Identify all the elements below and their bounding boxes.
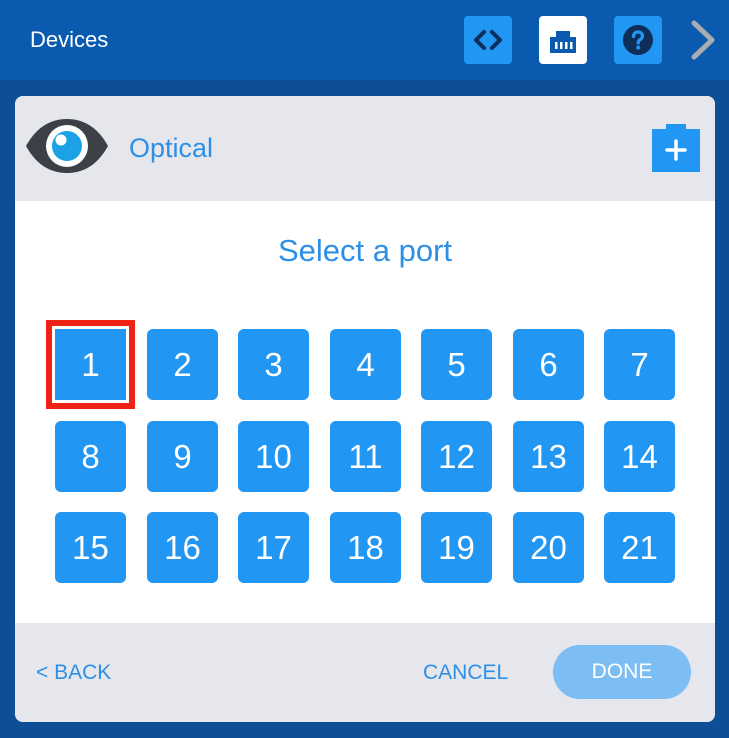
code-brackets-icon xyxy=(474,30,502,50)
port-button-6[interactable]: 6 xyxy=(513,329,584,400)
port-button-18[interactable]: 18 xyxy=(330,512,401,583)
top-bar: Devices xyxy=(0,0,729,80)
port-selection-panel: Optical Select a port 1 2 3 4 5 6 7 8 9 10 11 12 13 1… xyxy=(15,96,715,722)
select-port-prompt: Select a port xyxy=(277,233,453,268)
chevron-right-icon xyxy=(691,20,715,60)
port-button-5[interactable]: 5 xyxy=(421,329,492,400)
port-button-21[interactable]: 21 xyxy=(604,512,675,583)
device-name: Optical xyxy=(129,133,214,163)
port-button-17[interactable]: 17 xyxy=(238,512,309,583)
done-button: DONE xyxy=(553,645,691,699)
port-button-19[interactable]: 19 xyxy=(421,512,492,583)
port-button-9[interactable]: 9 xyxy=(147,421,218,492)
port-button-1[interactable]: 1 xyxy=(46,320,135,409)
port-button-16[interactable]: 16 xyxy=(147,512,218,583)
port-button-11[interactable]: 11 xyxy=(330,421,401,492)
port-button-8[interactable]: 8 xyxy=(55,421,126,492)
port-button-12[interactable]: 12 xyxy=(421,421,492,492)
port-button-2[interactable]: 2 xyxy=(147,329,218,400)
port-view-button[interactable] xyxy=(539,16,587,64)
port-button-3[interactable]: 3 xyxy=(238,329,309,400)
port-button-10[interactable]: 10 xyxy=(238,421,309,492)
port-button-15[interactable]: 15 xyxy=(55,512,126,583)
port-button-20[interactable]: 20 xyxy=(513,512,584,583)
eye-icon xyxy=(26,119,108,173)
ethernet-port-icon xyxy=(550,31,576,53)
port-button-14[interactable]: 14 xyxy=(604,421,675,492)
port-button-4[interactable]: 4 xyxy=(330,329,401,400)
next-button[interactable] xyxy=(686,20,722,60)
question-icon xyxy=(623,25,653,55)
cancel-button[interactable]: CANCEL xyxy=(423,661,508,685)
app-title: Devices xyxy=(30,27,109,52)
port-button-7[interactable]: 7 xyxy=(604,329,675,400)
dialog-footer: < BACK CANCEL DONE xyxy=(15,623,715,722)
add-battery-icon xyxy=(652,124,700,172)
back-button[interactable]: < BACK xyxy=(36,661,111,685)
add-device-button[interactable] xyxy=(652,124,700,172)
code-view-button[interactable] xyxy=(464,16,512,64)
port-button-13[interactable]: 13 xyxy=(513,421,584,492)
help-button[interactable] xyxy=(614,16,662,64)
device-header: Optical xyxy=(15,96,715,201)
